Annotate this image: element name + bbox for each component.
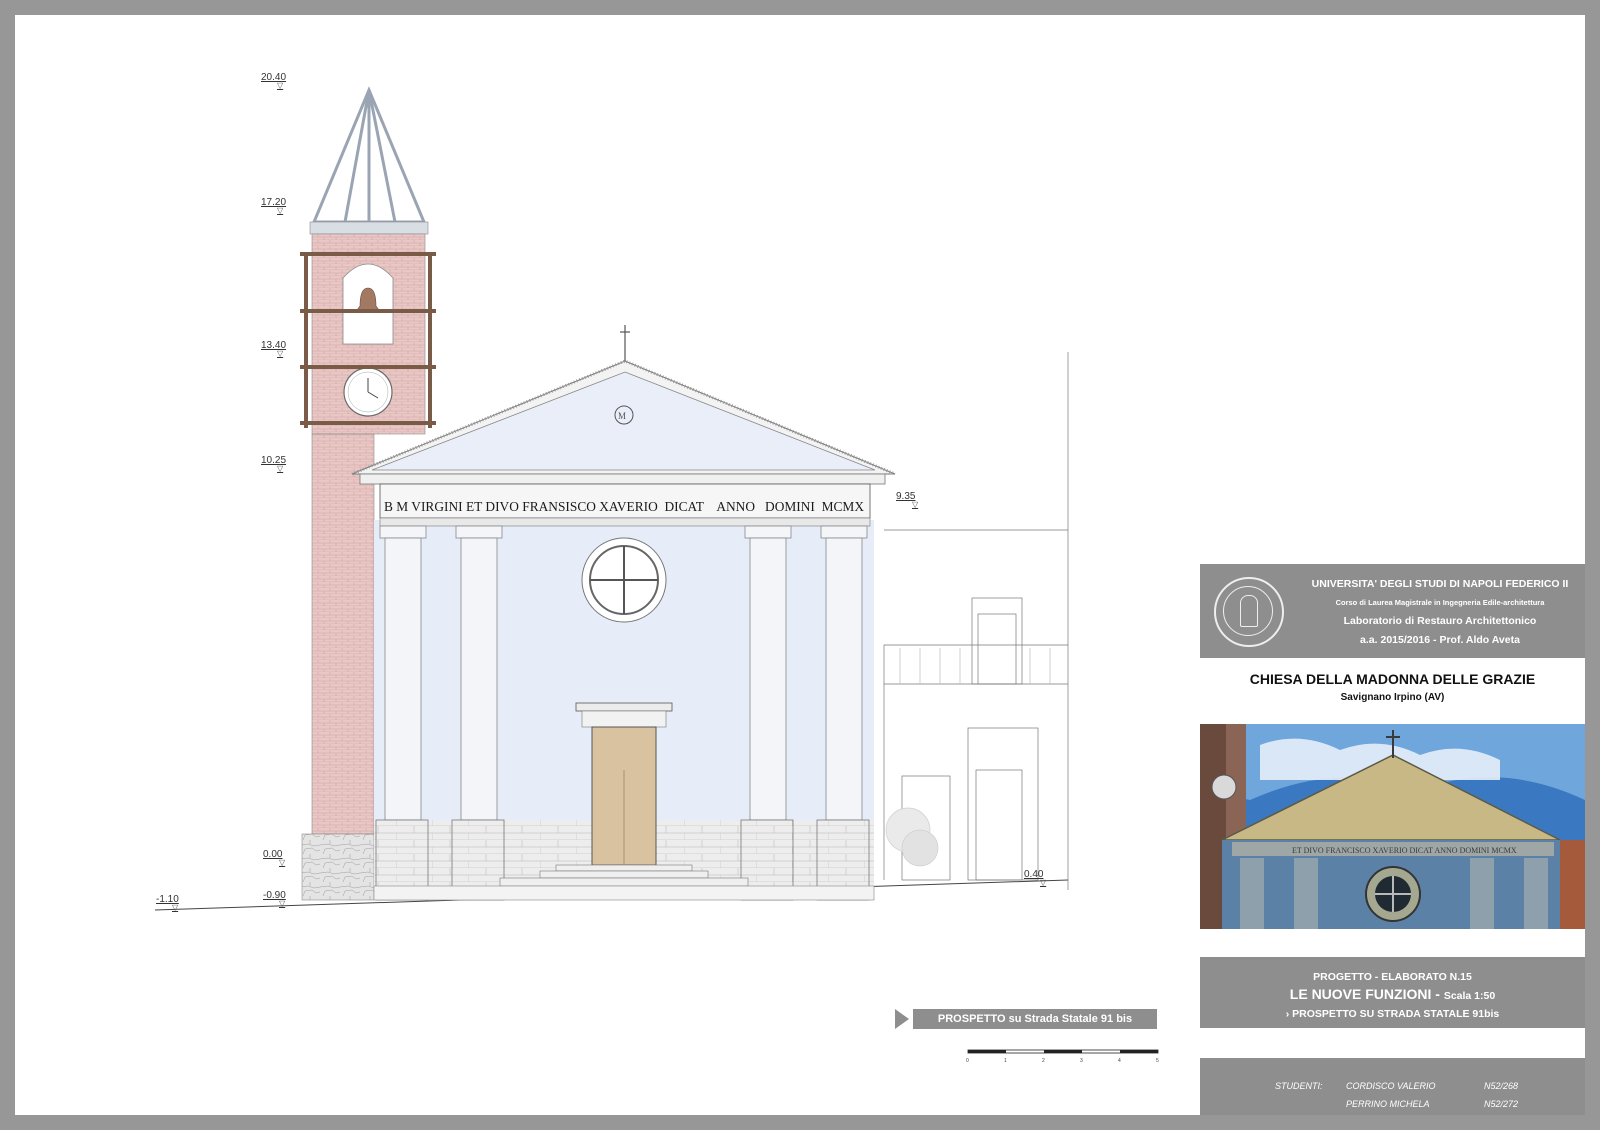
student-name-2: PERRINO MICHELA [1346, 1099, 1430, 1109]
view-label-text: PROSPETTO su Strada Statale 91 bis [937, 1013, 1133, 1025]
theme-separator: - [1431, 986, 1444, 1002]
chevron-right-small-icon: › [1285, 1008, 1290, 1020]
scale-tick-2: 2 [1042, 1058, 1045, 1064]
scale-tick-5: 5 [1156, 1058, 1159, 1064]
title-block-church: CHIESA DELLA MADONNA DELLE GRAZIE Savign… [1200, 665, 1585, 715]
elevation-bell-top: 17.20 ▽ [261, 197, 287, 215]
student-name-1: CORDISCO VALERIO [1346, 1081, 1436, 1091]
photo-frame [1200, 724, 1585, 929]
scale-tick-0: 0 [966, 1058, 969, 1064]
facade-inscription: B M VIRGINI ET DIVO FRANSISCO XAVERIO DI… [384, 499, 864, 514]
elevation-ground: 0.00 ▽ [263, 849, 286, 867]
elevation-bell-mid: 13.40 ▽ [261, 340, 287, 358]
elevation-step-left: -0.90 ▽ [263, 890, 286, 908]
university-name: UNIVERSITA' DEGLI STUDI DI NAPOLI FEDERI… [1311, 578, 1569, 590]
student-id-1: N52/268 [1484, 1081, 1519, 1091]
student-id-2: N52/272 [1484, 1099, 1519, 1109]
project-subtitle: › PROSPETTO SU STRADA STATALE 91bis [1200, 1008, 1585, 1020]
academic-year: a.a. 2015/2016 - Prof. Aldo Aveta [1360, 634, 1520, 646]
adjacent-building [883, 352, 1069, 890]
elevation-adjacent-roof: 9.35 ▽ [896, 491, 919, 509]
project-number: PROGETTO - ELABORATO N.15 [1313, 971, 1472, 983]
students-label: STUDENTI: [1275, 1081, 1323, 1091]
scale-tick-3: 3 [1080, 1058, 1083, 1064]
scale-tick-4: 4 [1118, 1058, 1121, 1064]
elevation-street-left: -1.10 ▽ [156, 894, 179, 912]
elevation-street-right: 0.40 ▽ [1024, 869, 1047, 887]
svg-text:M: M [618, 411, 626, 421]
church-facade: M [351, 325, 896, 901]
title-block-students: STUDENTI: CORDISCO VALERIO N52/268 PERRI… [1200, 1058, 1585, 1115]
project-theme-title: LE NUOVE FUNZIONI [1289, 986, 1432, 1002]
elevation-cornice: 10.25 ▽ [261, 455, 287, 473]
view-label: PROSPETTO su Strada Statale 91 bis [895, 1009, 1157, 1029]
scale-bar [967, 1049, 1159, 1054]
title-block-header: UNIVERSITA' DEGLI STUDI DI NAPOLI FEDERI… [1200, 564, 1585, 658]
title-block-project: PROGETTO - ELABORATO N.15 LE NUOVE FUNZI… [1200, 957, 1585, 1028]
elevation-tower-top: 20.40 ▽ [261, 72, 287, 90]
project-theme: LE NUOVE FUNZIONI - Scala 1:50 [1200, 986, 1585, 1004]
chevron-right-icon [895, 1009, 909, 1029]
university-seal-icon [1214, 577, 1284, 647]
course-name: Corso di Laurea Magistrale in Ingegneria… [1335, 598, 1545, 607]
church-name: CHIESA DELLA MADONNA DELLE GRAZIE [1249, 671, 1536, 687]
scale-tick-1: 1 [1004, 1058, 1007, 1064]
church-location: Savignano Irpino (AV) [1340, 692, 1445, 703]
project-scale: Scala 1:50 [1443, 990, 1496, 1002]
project-subtitle-text: PROSPETTO SU STRADA STATALE 91bis [1292, 1008, 1500, 1020]
lab-name: Laboratorio di Restauro Architettonico [1343, 615, 1537, 627]
